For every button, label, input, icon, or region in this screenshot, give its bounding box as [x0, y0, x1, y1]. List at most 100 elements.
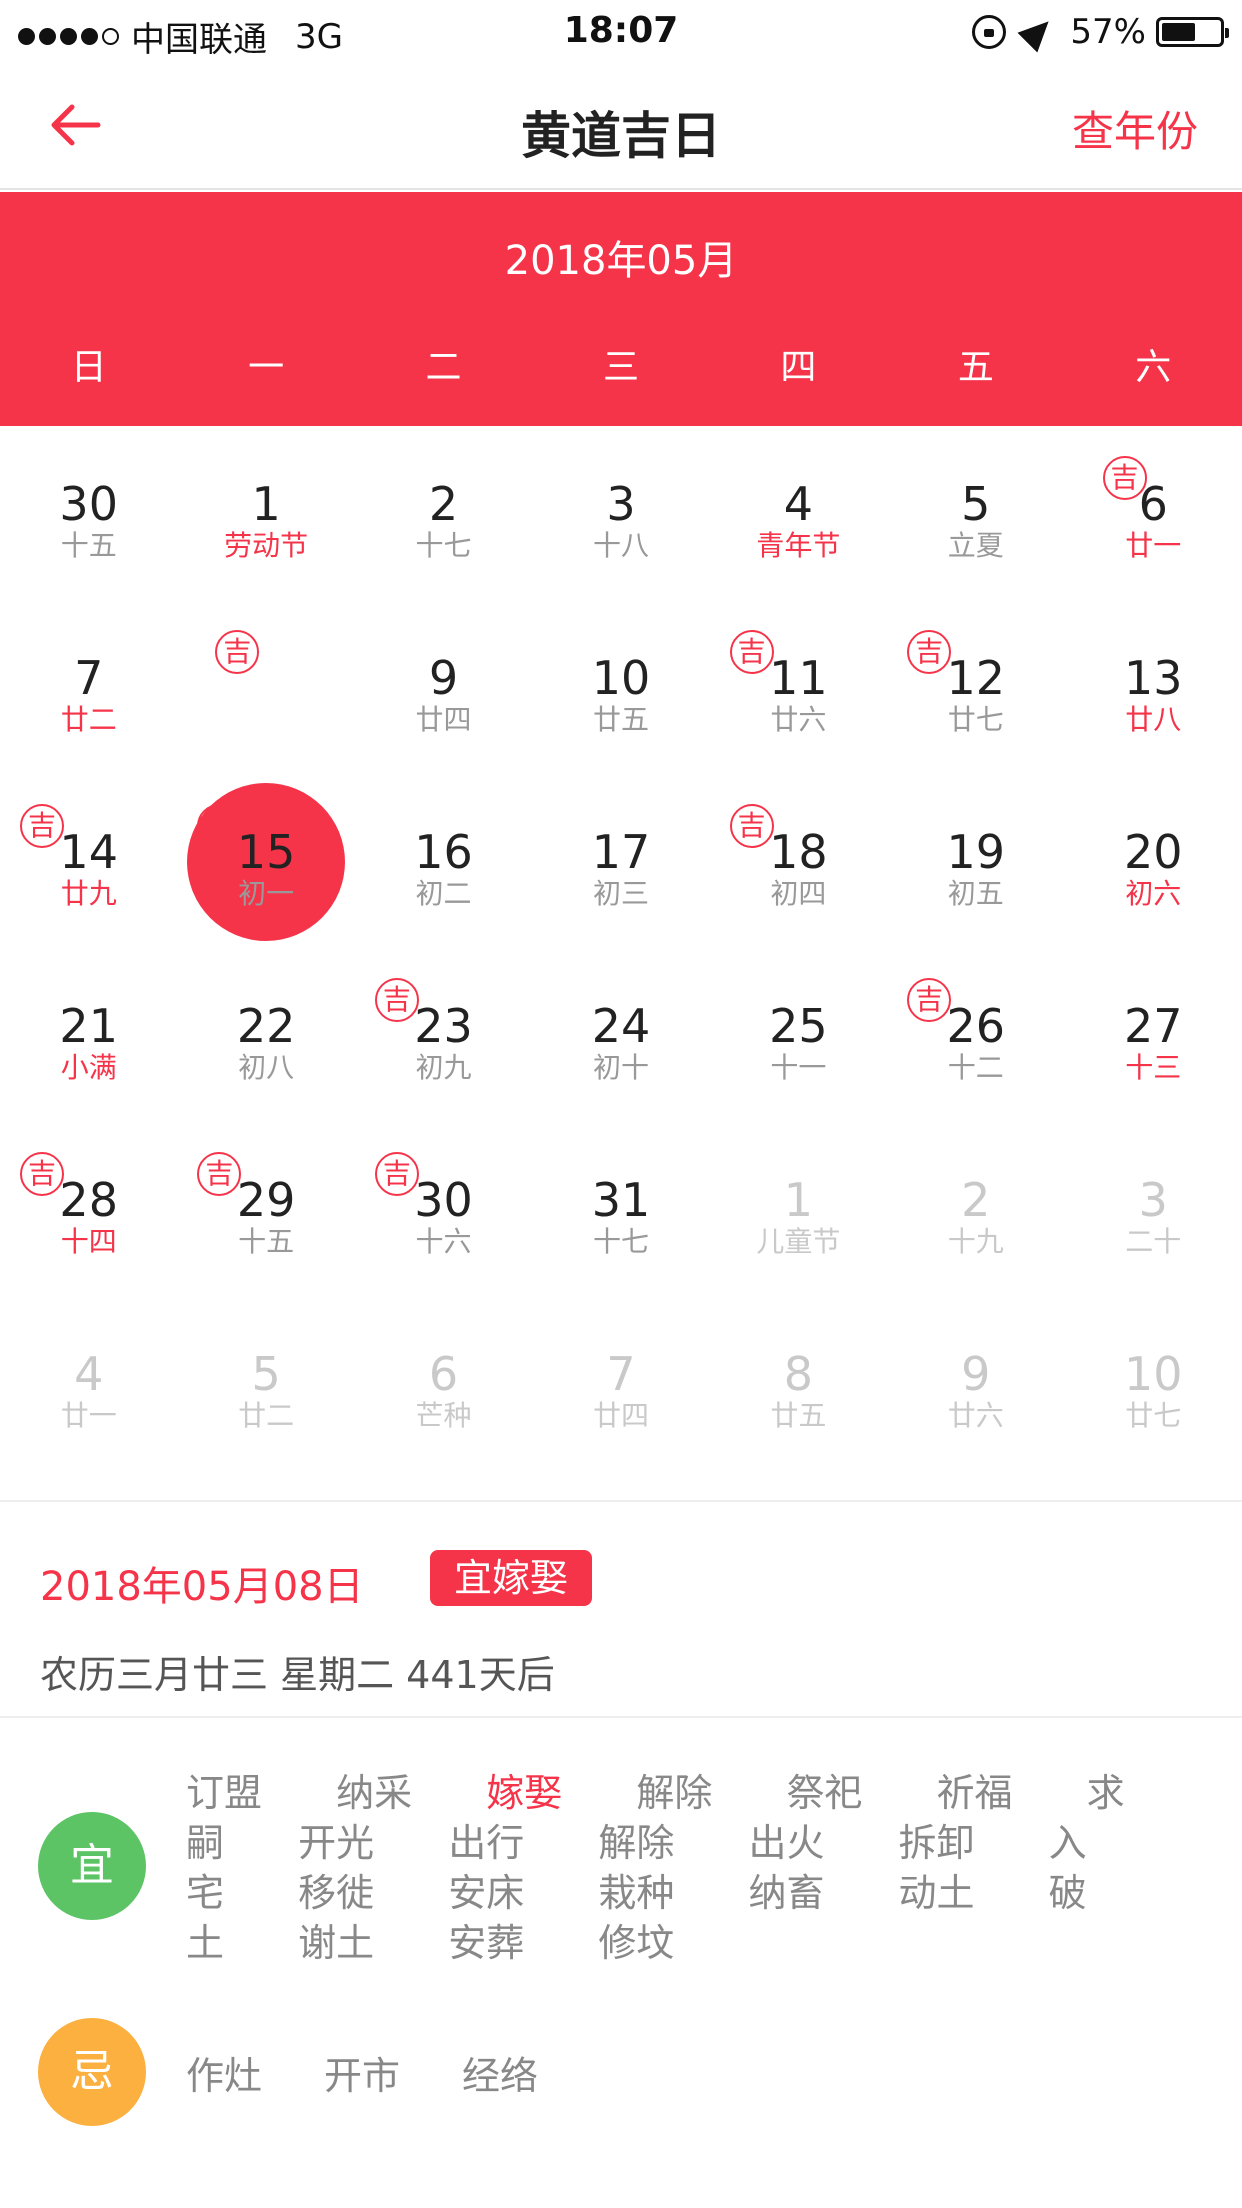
auspicious-badge-icon: 吉: [20, 1152, 64, 1196]
calendar-day[interactable]: 10 廿五: [532, 600, 709, 774]
yi-item: 纳采: [336, 1771, 413, 1815]
lunar-label: 十九: [947, 1225, 1004, 1258]
battery-percent: 57%: [1070, 12, 1146, 52]
lunar-label: 芒种: [415, 1399, 472, 1432]
lunar-label: 廿一: [1125, 529, 1182, 562]
calendar-day[interactable]: 6 廿一 吉: [1065, 426, 1242, 600]
yi-item: 安床: [448, 1871, 525, 1915]
yi-item: 出火: [748, 1821, 825, 1865]
month-label[interactable]: 2018年05月: [0, 228, 1242, 286]
day-number: 1: [783, 1173, 814, 1227]
day-number: 1: [251, 477, 281, 531]
calendar-day[interactable]: 20 初六: [1065, 774, 1242, 948]
calendar-day[interactable]: 5 立夏: [887, 426, 1064, 600]
ji-badge: 忌: [38, 2018, 146, 2126]
calendar-day[interactable]: 10 廿七: [1065, 1296, 1242, 1470]
day-number: 21: [59, 999, 118, 1053]
auspicious-badge-icon: 吉: [20, 804, 64, 848]
calendar-day[interactable]: 19 初五: [887, 774, 1064, 948]
calendar-day-selected[interactable]: 8 廿三吉: [177, 600, 354, 941]
calendar-day[interactable]: 26 十二吉: [887, 948, 1064, 1122]
day-number: 6: [428, 1347, 459, 1401]
lunar-label: 青年节: [756, 529, 841, 562]
calendar-day[interactable]: 7 廿二: [0, 600, 177, 774]
calendar-day[interactable]: 2 十七: [355, 426, 532, 600]
calendar-day[interactable]: 22 初八: [177, 948, 354, 1122]
calendar-day[interactable]: 3 二十: [1065, 1122, 1242, 1296]
day-number: 2: [961, 1173, 991, 1227]
calendar-day[interactable]: 18 初四吉: [710, 774, 887, 948]
orientation-lock-icon: [972, 15, 1007, 49]
calendar-day[interactable]: 5 廿二: [177, 1296, 354, 1470]
calendar-day[interactable]: 2 十九: [887, 1122, 1064, 1296]
auspicious-badge-icon: 吉: [907, 978, 952, 1022]
calendar-day[interactable]: 8 廿五: [710, 1296, 887, 1470]
calendar-day[interactable]: 9 廿四: [355, 600, 532, 774]
calendar-day[interactable]: 12 廿七吉: [887, 600, 1064, 774]
yi-item: 谢土: [298, 1921, 375, 1965]
yi-item: 祈福: [936, 1771, 1013, 1815]
yi-item: 解除: [598, 1821, 675, 1865]
lunar-label: 廿七: [1125, 1399, 1182, 1432]
calendar-day[interactable]: 31 十七: [532, 1122, 709, 1296]
status-bar: 中国联通 3G 18:07 57%: [0, 0, 1242, 62]
battery-icon: [1156, 17, 1229, 47]
calendar-day[interactable]: 23 初九吉: [355, 948, 532, 1122]
lunar-label: 十七: [415, 529, 472, 562]
calendar-week-row: 28 十四吉 29 十五吉 30 十六吉 31 十七 1 儿童节 2 十九 3 二十: [0, 1122, 1242, 1296]
lunar-label: 廿五: [592, 703, 649, 736]
day-number: 27: [1123, 999, 1183, 1053]
calendar-day[interactable]: 25 十一: [710, 948, 887, 1122]
calendar-day[interactable]: 7 廿四: [532, 1296, 709, 1470]
yi-item: 安葬: [448, 1921, 525, 1965]
yi-item: 修坟: [598, 1921, 675, 1965]
calendar-day[interactable]: 14 廿九吉: [0, 774, 177, 948]
yi-item: 动土: [898, 1871, 975, 1915]
day-number: 5: [251, 1347, 281, 1401]
day-number: 3: [606, 477, 636, 531]
calendar-day[interactable]: 15 初一吉: [177, 774, 354, 948]
yi-item: 纳畜: [748, 1871, 825, 1915]
day-number: 25: [769, 999, 828, 1053]
calendar-day[interactable]: 29 十五吉: [177, 1122, 354, 1296]
day-number: 4: [74, 1347, 104, 1401]
nav-bar: 黄道吉日 查年份: [0, 62, 1242, 190]
auspicious-badge-icon: 吉: [729, 804, 774, 848]
calendar-day[interactable]: 28 十四吉: [0, 1122, 177, 1296]
yi-item: 拆卸: [898, 1821, 975, 1865]
day-number: 6: [1138, 477, 1168, 531]
lunar-label: 廿三: [238, 703, 295, 736]
calendar-day[interactable]: 3 十八: [532, 426, 709, 600]
day-number: 9: [961, 1347, 991, 1401]
calendar-day[interactable]: 13 廿八: [1065, 600, 1242, 774]
lunar-label: 廿九: [60, 877, 117, 910]
calendar-day[interactable]: 11 廿六吉: [710, 600, 887, 774]
lunar-label: 十八: [592, 529, 649, 562]
calendar-day[interactable]: 30 十六吉: [355, 1122, 532, 1296]
lunar-label: 初二: [415, 877, 472, 910]
day-number: 2: [428, 477, 459, 531]
calendar-day[interactable]: 21 小满: [0, 948, 177, 1122]
weekday-label: 五: [957, 347, 994, 388]
calendar-day[interactable]: 24 初十: [532, 948, 709, 1122]
calendar-day[interactable]: 27 十三: [1065, 948, 1242, 1122]
yi-item: 出行: [448, 1821, 525, 1865]
lunar-label: 廿一: [60, 1399, 117, 1432]
yi-item: 订盟: [186, 1771, 263, 1815]
lunar-label: 初一: [238, 877, 295, 910]
calendar-week-row: 4 廿一 5 廿二 6 芒种 7 廿四 8 廿五 9 廿六 10 廿七: [0, 1296, 1242, 1470]
query-year-button[interactable]: 查年份: [1072, 98, 1198, 159]
calendar-day[interactable]: 4 廿一: [0, 1296, 177, 1470]
calendar-day[interactable]: 6 芒种: [355, 1296, 532, 1470]
calendar-header: 2018年05月 日 一 二 三 四 五 六: [0, 192, 1242, 426]
calendar-day[interactable]: 1 劳动节: [177, 426, 354, 600]
yi-item: 移徙: [298, 1871, 375, 1915]
lunar-label: 初三: [592, 877, 649, 910]
yi-section: 宜 订盟 纳采 嫁娶 解除 祭祀 祈福 求嗣 开光 出行 解除 出火 拆卸 入宅…: [0, 1760, 1242, 1980]
calendar-day[interactable]: 30 十五: [0, 426, 177, 600]
calendar-day[interactable]: 16 初二: [355, 774, 532, 948]
calendar-day[interactable]: 9 廿六: [887, 1296, 1064, 1470]
calendar-day[interactable]: 1 儿童节: [710, 1122, 887, 1296]
calendar-day[interactable]: 17 初三: [532, 774, 709, 948]
calendar-day[interactable]: 4 青年节: [710, 426, 887, 600]
